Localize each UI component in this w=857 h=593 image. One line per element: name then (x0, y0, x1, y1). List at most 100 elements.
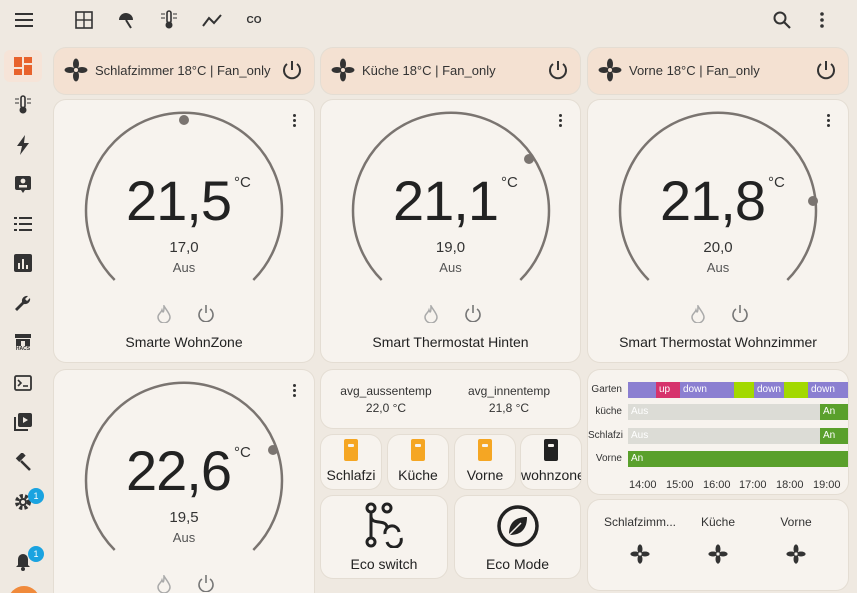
heat-mode-icon[interactable] (690, 305, 706, 323)
timeline-segment[interactable]: up (656, 382, 680, 398)
heat-mode-icon[interactable] (156, 575, 172, 593)
timeline-segment[interactable] (784, 382, 808, 398)
window-button[interactable]: Vorne (455, 435, 515, 489)
avg-inside-value[interactable]: 21,8 °C (454, 401, 564, 415)
history-icon (14, 254, 32, 272)
sidebar-item-energy[interactable] (4, 129, 42, 161)
heat-mode-icon[interactable] (156, 305, 172, 323)
developer-tools-icon (15, 453, 31, 471)
off-mode-icon[interactable] (731, 304, 749, 322)
avg-inside-label: avg_innentemp (467, 384, 551, 398)
thermostat-name: Smart Thermostat Hinten (372, 334, 529, 350)
timeline-tick: 14:00 (629, 479, 657, 491)
timeline-segment[interactable]: down (680, 382, 734, 398)
window-sensor-icon (544, 439, 558, 461)
co2-label: CO (246, 14, 262, 26)
settings-badge: 1 (28, 488, 44, 504)
climate-icon (15, 95, 31, 114)
window-sensor-icon (344, 439, 358, 461)
energy-icon (17, 135, 29, 155)
off-mode-icon[interactable] (197, 304, 215, 322)
temperature-unit: °C (501, 174, 518, 191)
window-sensor-icon (478, 439, 492, 461)
timeline-segment[interactable]: down (754, 382, 784, 398)
window-label: Schlafzi (326, 467, 376, 483)
window-button[interactable]: wohnzone (521, 435, 581, 489)
window-button[interactable]: Schlafzi (321, 435, 381, 489)
top-bar: CO (0, 0, 857, 40)
timeline-segment[interactable]: An (628, 451, 848, 467)
hvac-mode: Aus (172, 530, 196, 545)
eco-mode-button[interactable]: Eco Mode (455, 496, 580, 578)
timeline-segment[interactable]: Aus (628, 404, 820, 420)
power-icon[interactable] (280, 58, 304, 82)
sidebar-item-settings[interactable]: 1 (4, 486, 44, 518)
notifications-button[interactable]: 1 (4, 546, 44, 578)
avg-outside-value[interactable]: 22,0 °C (331, 401, 441, 415)
tools-icon (15, 295, 31, 311)
timeline-row-label: Garten (591, 384, 622, 395)
sidebar-item-developer-tools[interactable] (4, 446, 42, 478)
header-card-schlafzimmer[interactable]: Schlafzimmer 18°C | Fan_only (54, 48, 314, 94)
terminal-icon (14, 375, 32, 391)
timeline-segment[interactable] (734, 382, 754, 398)
hvac-mode: Aus (172, 260, 196, 275)
sidebar-item-todo[interactable] (4, 208, 42, 240)
media-icon (14, 413, 32, 431)
sidebar-item-hacs[interactable]: HACS (4, 327, 42, 359)
fan-label: Vorne (780, 515, 812, 529)
hvac-mode: Aus (706, 260, 730, 275)
heat-mode-icon[interactable] (423, 305, 439, 323)
timeline-segment[interactable] (628, 382, 656, 398)
off-mode-icon[interactable] (197, 574, 215, 592)
sidebar-item-tools[interactable] (4, 287, 42, 319)
sidebar-item-terminal[interactable] (4, 367, 42, 399)
eco-switch-label: Eco switch (350, 556, 418, 572)
thermostat-name: Smart Thermostat Wohnzimmer (619, 334, 817, 350)
hacs-icon (15, 334, 31, 346)
timeline-segment[interactable]: Aus (628, 428, 820, 444)
search-icon[interactable] (770, 8, 794, 32)
more-options-icon[interactable] (554, 110, 566, 130)
fan-icon[interactable] (708, 544, 728, 564)
fan-icon[interactable] (630, 544, 650, 564)
avatar[interactable] (8, 586, 40, 593)
sidebar-item-history[interactable] (4, 247, 42, 279)
thermostat-icon[interactable] (157, 8, 181, 32)
more-vert-icon[interactable] (810, 8, 834, 32)
window-label: Küche (398, 467, 438, 483)
temperature-unit: °C (234, 174, 251, 191)
header-card-kueche[interactable]: Küche 18°C | Fan_only (321, 48, 580, 94)
target-temperature: 17,0 (169, 239, 199, 256)
eco-mode-label: Eco Mode (485, 556, 550, 572)
timeline-tick: 17:00 (739, 479, 767, 491)
off-mode-icon[interactable] (464, 304, 482, 322)
timeline-segment[interactable]: An (820, 428, 848, 444)
dashboard-view-icon[interactable] (72, 8, 96, 32)
window-label: wohnzone (521, 467, 581, 483)
power-icon[interactable] (814, 58, 838, 82)
eco-switch-button[interactable]: Eco switch (321, 496, 447, 578)
co2-icon[interactable]: CO (242, 8, 266, 32)
power-icon[interactable] (546, 58, 570, 82)
thermostat-name: Smarte WohnZone (125, 334, 243, 350)
sidebar-item-climate[interactable] (4, 89, 42, 121)
sidebar-item-overview[interactable] (4, 50, 42, 82)
chart-line-icon[interactable] (200, 8, 224, 32)
more-options-icon[interactable] (822, 110, 834, 130)
sidebar-item-logbook[interactable] (4, 168, 42, 200)
header-card-vorne[interactable]: Vorne 18°C | Fan_only (588, 48, 848, 94)
more-options-icon[interactable] (288, 380, 300, 400)
thermostat-card: 21,5 °C 17,0 Aus Smarte WohnZone (54, 100, 314, 362)
weather-umbrella-icon[interactable] (114, 8, 138, 32)
sidebar-item-media[interactable] (4, 406, 42, 438)
thermostat-card: 22,6 °C 19,5 Aus (54, 370, 314, 593)
fan-icon[interactable] (786, 544, 806, 564)
more-options-icon[interactable] (288, 110, 300, 130)
menu-icon[interactable] (12, 8, 36, 32)
timeline-segment[interactable]: down (808, 382, 848, 398)
timeline-tick: 16:00 (703, 479, 731, 491)
fan-icon (331, 58, 355, 82)
timeline-segment[interactable]: An (820, 404, 848, 420)
window-button[interactable]: Küche (388, 435, 448, 489)
